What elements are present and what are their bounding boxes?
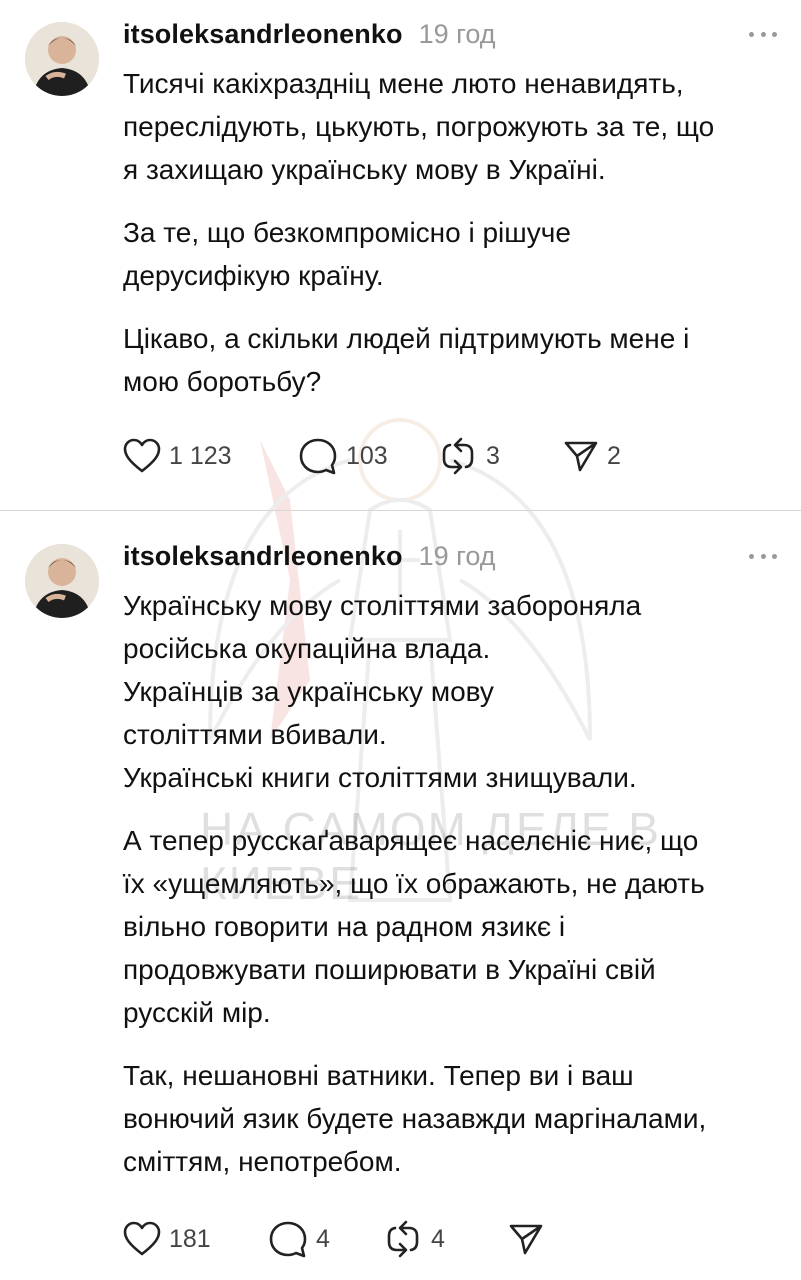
username[interactable]: itsoleksandrleonenko (123, 541, 403, 572)
reply-button[interactable]: 4 (268, 1220, 383, 1258)
repost-icon (442, 437, 474, 475)
send-icon (564, 441, 598, 472)
share-button[interactable] (508, 1222, 552, 1256)
post-1: itsoleksandrleonenko 19 год Тисячі какіх… (0, 0, 801, 510)
repost-icon (387, 1220, 419, 1258)
share-button[interactable]: 2 (563, 439, 621, 473)
post-2: itsoleksandrleonenko 19 год Українську м… (0, 512, 801, 1280)
like-button[interactable]: 181 (123, 1221, 268, 1257)
comment-icon (299, 438, 337, 475)
like-count: 1 123 (169, 441, 232, 470)
reply-button[interactable]: 103 (298, 437, 438, 475)
paragraph: Цікаво, а скільки людей підтримують мене… (123, 323, 690, 397)
more-icon[interactable] (749, 550, 777, 562)
like-button[interactable]: 1 123 (123, 438, 298, 474)
like-count: 181 (169, 1224, 211, 1253)
post-text: Українську мову століттями забороняла ро… (123, 584, 773, 1183)
send-icon (509, 1224, 543, 1255)
comment-icon (269, 1221, 307, 1258)
post-actions: 181 4 4 (123, 1219, 552, 1259)
post-header: itsoleksandrleonenko 19 год (123, 14, 496, 54)
paragraph: За те, що безкомпромісно і рішуче деруси… (123, 217, 571, 291)
repost-button[interactable]: 3 (438, 437, 563, 475)
reply-count: 103 (346, 441, 388, 470)
reply-count: 4 (316, 1224, 330, 1253)
avatar[interactable] (25, 544, 99, 618)
repost-button[interactable]: 4 (383, 1220, 508, 1258)
divider (0, 510, 801, 511)
paragraph: Тисячі какіхраздніц мене люто ненавидять… (123, 68, 715, 185)
post-time: 19 год (418, 540, 496, 571)
paragraph: Так, нешановні ватники. Тепер ви і ваш в… (123, 1060, 707, 1177)
paragraph: А тепер русскаґаварящеє населєніє ниє, щ… (123, 825, 705, 1028)
avatar[interactable] (25, 22, 99, 96)
more-icon[interactable] (749, 28, 777, 40)
heart-icon (123, 438, 161, 473)
repost-count: 3 (486, 441, 500, 470)
heart-icon (123, 1221, 161, 1256)
paragraph: Українську мову століттями забороняла ро… (123, 590, 642, 793)
username[interactable]: itsoleksandrleonenko (123, 19, 403, 50)
repost-count: 4 (431, 1224, 445, 1253)
post-header: itsoleksandrleonenko 19 год (123, 536, 496, 576)
share-count: 2 (607, 441, 621, 470)
post-time: 19 год (418, 18, 496, 49)
post-text: Тисячі какіхраздніц мене люто ненавидять… (123, 62, 773, 403)
post-actions: 1 123 103 3 2 (123, 436, 621, 476)
